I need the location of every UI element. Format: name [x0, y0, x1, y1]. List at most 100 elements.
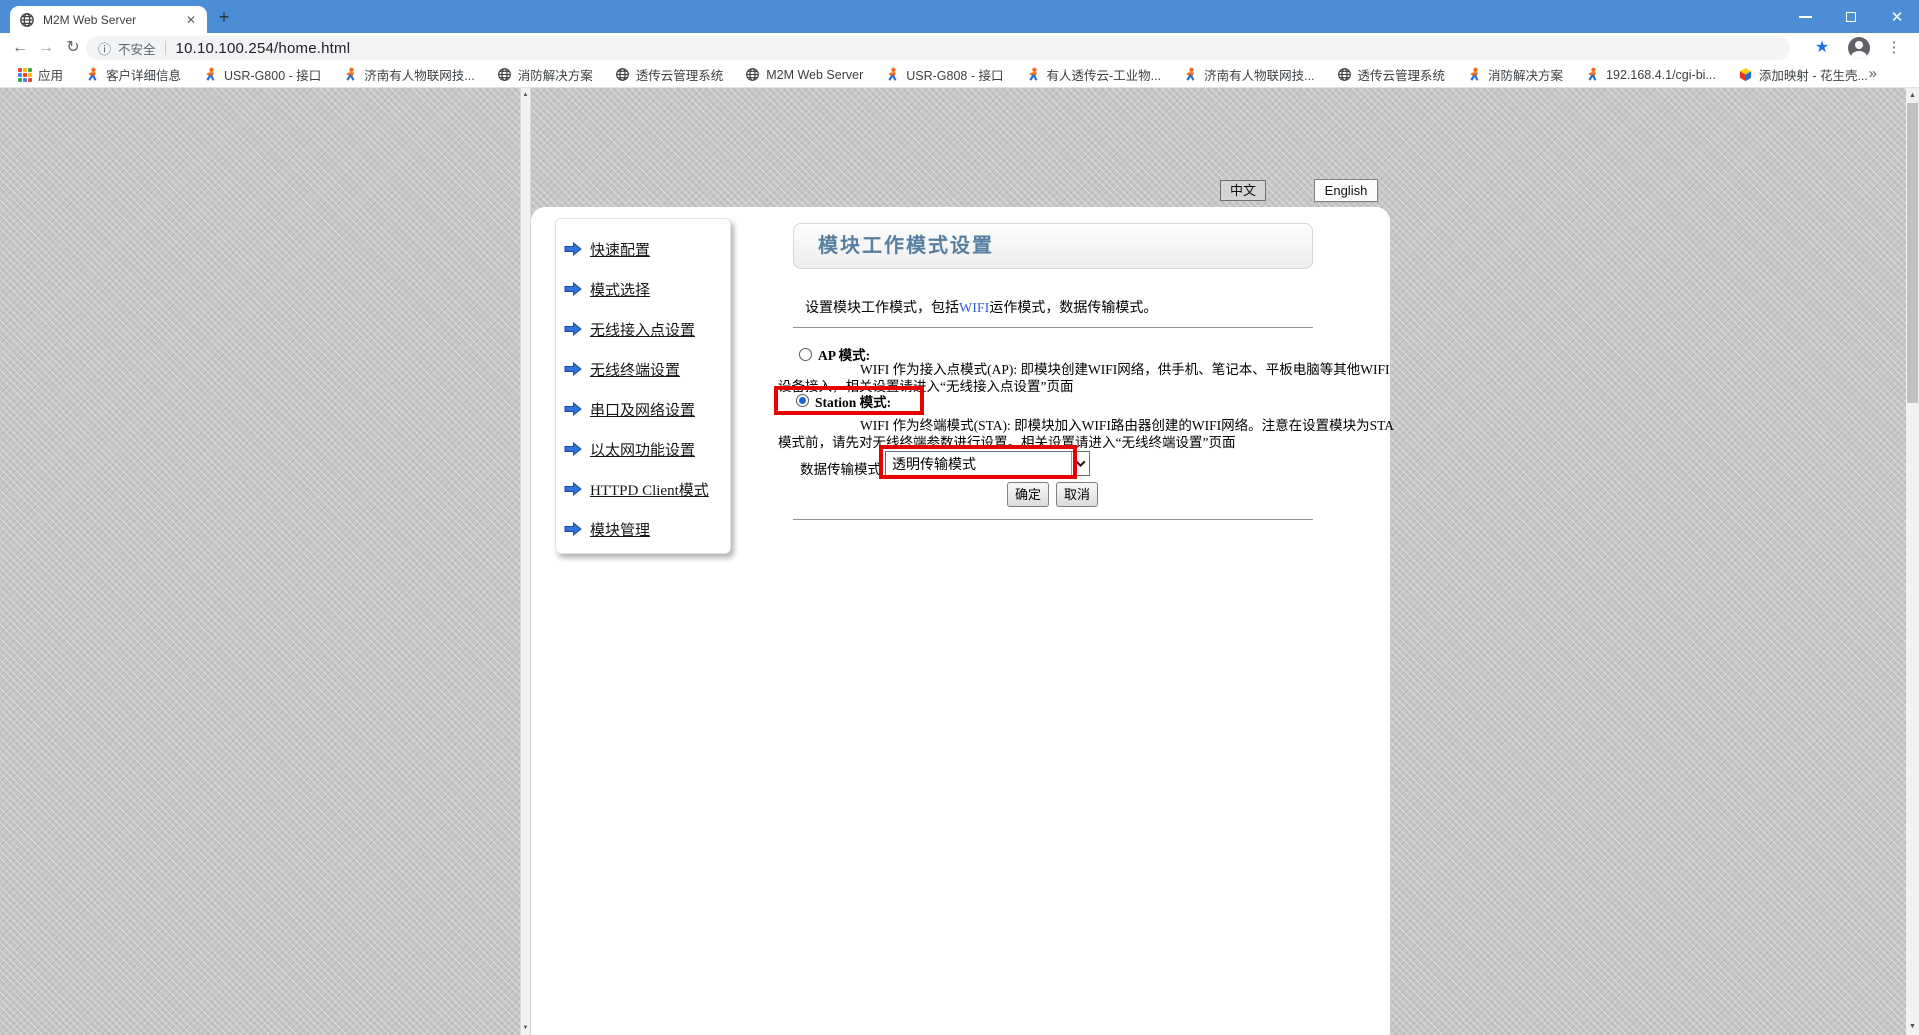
bookmark-item[interactable]: 192.168.4.1/cgi-bi... — [1585, 67, 1716, 82]
globe-icon — [745, 67, 760, 82]
confirm-button[interactable]: 确定 — [1007, 482, 1049, 507]
intro-pre: 设置模块工作模式，包括 — [805, 301, 959, 316]
arrow-right-icon — [564, 442, 582, 456]
ap-desc-line1: WIFI 作为接入点模式(AP): 即模块创建WIFI网络，供手机、笔记本、平板… — [778, 361, 1389, 378]
restore-button[interactable] — [1834, 0, 1868, 33]
radio-ap-mode[interactable] — [799, 348, 812, 361]
radio-station-mode[interactable] — [796, 394, 809, 407]
cube-icon — [1738, 67, 1753, 82]
sidebar-link[interactable]: 模块管理 — [590, 519, 650, 540]
close-window-button[interactable]: ✕ — [1880, 0, 1914, 33]
content-panel: 快速配置 模式选择 无线接入点设置 无线终端设置 串口及网络设置 以太网功能设置 — [531, 207, 1390, 1035]
station-mode-highlight-box: Station 模式: — [774, 386, 924, 415]
sidebar: 快速配置 模式选择 无线接入点设置 无线终端设置 串口及网络设置 以太网功能设置 — [555, 218, 731, 554]
bookmark-label: 消防解决方案 — [518, 65, 593, 84]
scroll-down-icon[interactable]: ▼ — [1906, 1020, 1919, 1034]
bookmark-item[interactable]: 有人透传云-工业物... — [1026, 65, 1162, 84]
bookmark-label: 透传云管理系统 — [1358, 65, 1446, 84]
globe-favicon-icon — [19, 12, 35, 28]
bookmark-item[interactable]: 消防解决方案 — [497, 65, 593, 84]
browser-toolbar: ← → ↻ ⓘ 不安全 10.10.100.254/home.html ★ ⋮ — [0, 33, 1919, 62]
lang-english-button[interactable]: English — [1314, 179, 1378, 202]
bookmark-star-icon[interactable]: ★ — [1810, 36, 1834, 60]
bookmark-label: 济南有人物联网技... — [364, 65, 474, 84]
page-background: ▲ ▼ 中文 English 快速配置 模式选择 无线接入点设置 无线终端设置 — [0, 88, 1919, 1035]
sidebar-item-quick-config[interactable]: 快速配置 — [564, 229, 730, 269]
person-icon — [85, 67, 100, 82]
bookmark-item[interactable]: USR-G808 - 接口 — [885, 65, 1003, 84]
globe-icon — [497, 67, 512, 82]
tab-close-icon[interactable]: ✕ — [184, 13, 198, 27]
globe-icon — [1337, 67, 1352, 82]
bookmark-item[interactable]: 济南有人物联网技... — [1183, 65, 1314, 84]
bookmarks-overflow-button[interactable]: » — [1869, 65, 1877, 82]
arrow-right-icon — [564, 322, 582, 336]
info-icon[interactable]: ⓘ — [98, 39, 111, 58]
transfer-mode-select[interactable]: 透明传输模式 — [885, 451, 1090, 476]
minimize-button[interactable] — [1788, 0, 1822, 33]
bookmark-item[interactable]: 透传云管理系统 — [1337, 65, 1446, 84]
bookmark-item[interactable]: 客户详细信息 — [85, 65, 181, 84]
reload-button[interactable]: ↻ — [61, 36, 85, 60]
intro-post: 运作模式，数据传输模式。 — [989, 301, 1157, 316]
scroll-up-icon[interactable]: ▲ — [1906, 89, 1919, 103]
sidebar-link[interactable]: 无线接入点设置 — [590, 319, 695, 340]
apps-grid-icon — [18, 68, 32, 82]
sidebar-item-sta-settings[interactable]: 无线终端设置 — [564, 349, 730, 389]
tab-m2m-web-server[interactable]: M2M Web Server ✕ — [10, 6, 207, 33]
sidebar-link[interactable]: 以太网功能设置 — [590, 439, 695, 460]
intro-wifi: WIFI — [959, 301, 989, 316]
sidebar-item-uart-network[interactable]: 串口及网络设置 — [564, 389, 730, 429]
sidebar-item-module-mgmt[interactable]: 模块管理 — [564, 509, 730, 549]
cancel-button[interactable]: 取消 — [1056, 482, 1098, 507]
restore-icon — [1846, 12, 1856, 22]
sidebar-link[interactable]: 无线终端设置 — [590, 359, 680, 380]
bookmark-label: 客户详细信息 — [106, 65, 181, 84]
arrow-right-icon — [564, 522, 582, 536]
arrow-right-icon — [564, 402, 582, 416]
url-bar[interactable]: ⓘ 不安全 10.10.100.254/home.html — [86, 36, 1790, 60]
scrollbar-thumb[interactable] — [1907, 103, 1918, 403]
intro-text: 设置模块工作模式，包括WIFI运作模式，数据传输模式。 — [805, 297, 1157, 317]
scroll-up-icon[interactable]: ▲ — [521, 89, 530, 101]
profile-avatar[interactable] — [1848, 37, 1870, 59]
bookmark-label: 添加映射 - 花生壳... — [1759, 65, 1868, 84]
sidebar-item-ap-settings[interactable]: 无线接入点设置 — [564, 309, 730, 349]
sidebar-link[interactable]: HTTPD Client模式 — [590, 479, 709, 500]
sidebar-item-ethernet[interactable]: 以太网功能设置 — [564, 429, 730, 469]
sidebar-link[interactable]: 模式选择 — [590, 279, 650, 300]
bookmark-item[interactable]: USR-G800 - 接口 — [203, 65, 321, 84]
bookmark-label: 济南有人物联网技... — [1204, 65, 1314, 84]
forward-button[interactable]: → — [34, 36, 58, 60]
sidebar-item-httpd-client[interactable]: HTTPD Client模式 — [564, 469, 730, 509]
bookmarks-bar: 应用 客户详细信息 USR-G800 - 接口 济南有人物联网技... 消防解决… — [0, 62, 1919, 88]
browser-scrollbar[interactable]: ▲ ▼ — [1906, 88, 1919, 1035]
station-desc-line2: 模式前，请先对无线终端参数进行设置。相关设置请进入“无线终端设置”页面 — [778, 434, 1394, 451]
select-arrow-zone[interactable] — [1071, 452, 1089, 475]
bookmark-label: 有人透传云-工业物... — [1047, 65, 1162, 84]
globe-icon — [615, 67, 630, 82]
person-icon — [1183, 67, 1198, 82]
bookmark-item[interactable]: 透传云管理系统 — [615, 65, 724, 84]
new-tab-button[interactable]: + — [212, 8, 236, 28]
arrow-right-icon — [564, 482, 582, 496]
apps-shortcut[interactable]: 应用 — [18, 65, 63, 84]
bookmark-item[interactable]: 添加映射 - 花生壳... — [1738, 65, 1868, 84]
station-mode-description: WIFI 作为终端模式(STA): 即模块加入WIFI路由器创建的WIFI网络。… — [778, 417, 1394, 451]
sidebar-link[interactable]: 串口及网络设置 — [590, 399, 695, 420]
browser-menu-button[interactable]: ⋮ — [1882, 36, 1906, 60]
security-label: 不安全 — [118, 39, 156, 58]
bookmark-item[interactable]: 消防解决方案 — [1467, 65, 1563, 84]
arrow-right-icon — [564, 282, 582, 296]
back-button[interactable]: ← — [8, 36, 32, 60]
frame-scrollbar[interactable]: ▲ ▼ — [520, 88, 531, 1035]
sidebar-link[interactable]: 快速配置 — [590, 239, 650, 260]
bookmark-item[interactable]: 济南有人物联网技... — [343, 65, 474, 84]
bookmark-item[interactable]: M2M Web Server — [745, 67, 863, 82]
lang-chinese-button[interactable]: 中文 — [1220, 180, 1266, 201]
scroll-down-icon[interactable]: ▼ — [521, 1022, 530, 1034]
station-mode-label: Station 模式: — [815, 391, 891, 411]
bookmark-label: 透传云管理系统 — [636, 65, 724, 84]
sidebar-item-mode-select[interactable]: 模式选择 — [564, 269, 730, 309]
station-desc-line1: WIFI 作为终端模式(STA): 即模块加入WIFI路由器创建的WIFI网络。… — [778, 417, 1394, 434]
